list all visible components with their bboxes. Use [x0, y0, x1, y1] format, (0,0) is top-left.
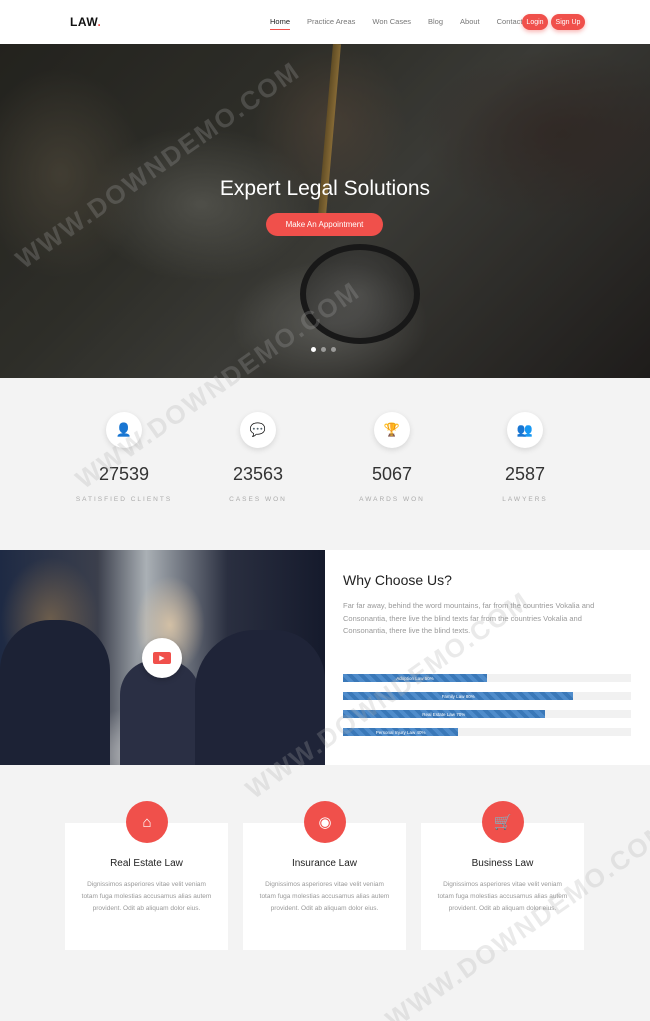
progress-fill: Personal Injury Law 40%: [343, 728, 459, 736]
why-choose-us-section: ▶ Why Choose Us? Far far away, behind th…: [0, 550, 650, 765]
play-video-button[interactable]: ▶: [142, 638, 182, 678]
meeting-photo: ▶: [0, 550, 325, 765]
service-title: Business Law: [471, 858, 534, 869]
progress-bar-personal-injury: Personal Injury Law 40%: [343, 728, 631, 736]
main-menu: Home Practice Areas Won Cases Blog About…: [270, 17, 540, 30]
progress-fill: Real Estate Law 70%: [343, 710, 545, 718]
section-title: Why Choose Us?: [343, 572, 452, 588]
user-icon: 👤: [106, 412, 142, 448]
login-button[interactable]: Login: [522, 14, 548, 30]
logo[interactable]: LAW.: [70, 15, 101, 29]
menu-item-about[interactable]: About: [460, 17, 480, 26]
service-card-insurance[interactable]: ◉ Insurance Law Dignissimos asperiores v…: [243, 801, 406, 950]
hero-banner: Expert Legal Solutions Make An Appointme…: [0, 44, 650, 378]
stat-value: 27539: [98, 464, 150, 484]
cart-icon: 🛒: [482, 801, 524, 843]
stat-lawyers: 👥 2587 LAWYERS: [465, 378, 585, 503]
video-icon: ▶: [153, 652, 171, 664]
progress-label: Adoption Law 50%: [396, 675, 434, 681]
progress-label: Real Estate Law 70%: [422, 711, 466, 717]
slider-dot-3[interactable]: [331, 347, 336, 352]
hero-title: Expert Legal Solutions: [219, 177, 431, 200]
menu-item-won-cases[interactable]: Won Cases: [372, 17, 411, 26]
menu-item-contact[interactable]: Contact: [497, 17, 523, 26]
slider-dot-1[interactable]: [311, 347, 316, 352]
service-description: Dignissimos asperiores vitae velit venia…: [437, 881, 568, 912]
progress-bar-adoption: Adoption Law 50%: [343, 674, 631, 682]
appointment-button[interactable]: Make An Appointment: [266, 213, 383, 236]
slider-dot-2[interactable]: [321, 347, 326, 352]
services-section: ⌂ Real Estate Law Dignissimos asperiores…: [0, 765, 650, 1021]
progress-label: Family Law 80%: [441, 693, 475, 699]
stat-satisfied-clients: 👤 27539 SATISFIED CLIENTS: [64, 378, 184, 503]
progress-bar-family: Family Law 80%: [343, 692, 631, 700]
service-card-real-estate[interactable]: ⌂ Real Estate Law Dignissimos asperiores…: [65, 801, 228, 950]
progress-fill: Adoption Law 50%: [343, 674, 487, 682]
stats-section: 👤 27539 SATISFIED CLIENTS 💬 23563 CASES …: [0, 378, 650, 550]
section-text: Far far away, behind the word mountains,…: [343, 601, 595, 635]
stat-label: AWARDS WON: [359, 496, 425, 503]
progress-fill: Family Law 80%: [343, 692, 574, 700]
service-description: Dignissimos asperiores vitae velit venia…: [259, 881, 390, 912]
stat-value: 2587: [504, 464, 546, 484]
slider-dots: [311, 347, 336, 352]
stat-cases-won: 💬 23563 CASES WON: [198, 378, 318, 503]
eye-icon: ◉: [304, 801, 346, 843]
menu-item-practice-areas[interactable]: Practice Areas: [307, 17, 355, 26]
service-title: Real Estate Law: [110, 858, 183, 869]
home-icon: ⌂: [126, 801, 168, 843]
trophy-icon: 🏆: [374, 412, 410, 448]
signup-button[interactable]: Sign Up: [551, 14, 585, 30]
stat-label: LAWYERS: [502, 496, 548, 503]
progress-bar-real-estate: Real Estate Law 70%: [343, 710, 631, 718]
menu-item-blog[interactable]: Blog: [428, 17, 443, 26]
service-card-business[interactable]: 🛒 Business Law Dignissimos asperiores vi…: [421, 801, 584, 950]
chat-icon: 💬: [240, 412, 276, 448]
stat-value: 23563: [232, 464, 284, 484]
menu-item-home[interactable]: Home: [270, 17, 291, 30]
stat-awards-won: 🏆 5067 AWARDS WON: [332, 378, 452, 503]
stat-label: CASES WON: [229, 496, 287, 503]
stat-label: SATISFIED CLIENTS: [75, 496, 173, 503]
service-title: Insurance Law: [291, 858, 358, 869]
navbar: LAW. Home Practice Areas Won Cases Blog …: [0, 0, 650, 44]
progress-label: Personal Injury Law 40%: [375, 729, 426, 735]
stat-value: 5067: [371, 464, 413, 484]
users-icon: 👥: [507, 412, 543, 448]
service-description: Dignissimos asperiores vitae velit venia…: [81, 881, 212, 912]
